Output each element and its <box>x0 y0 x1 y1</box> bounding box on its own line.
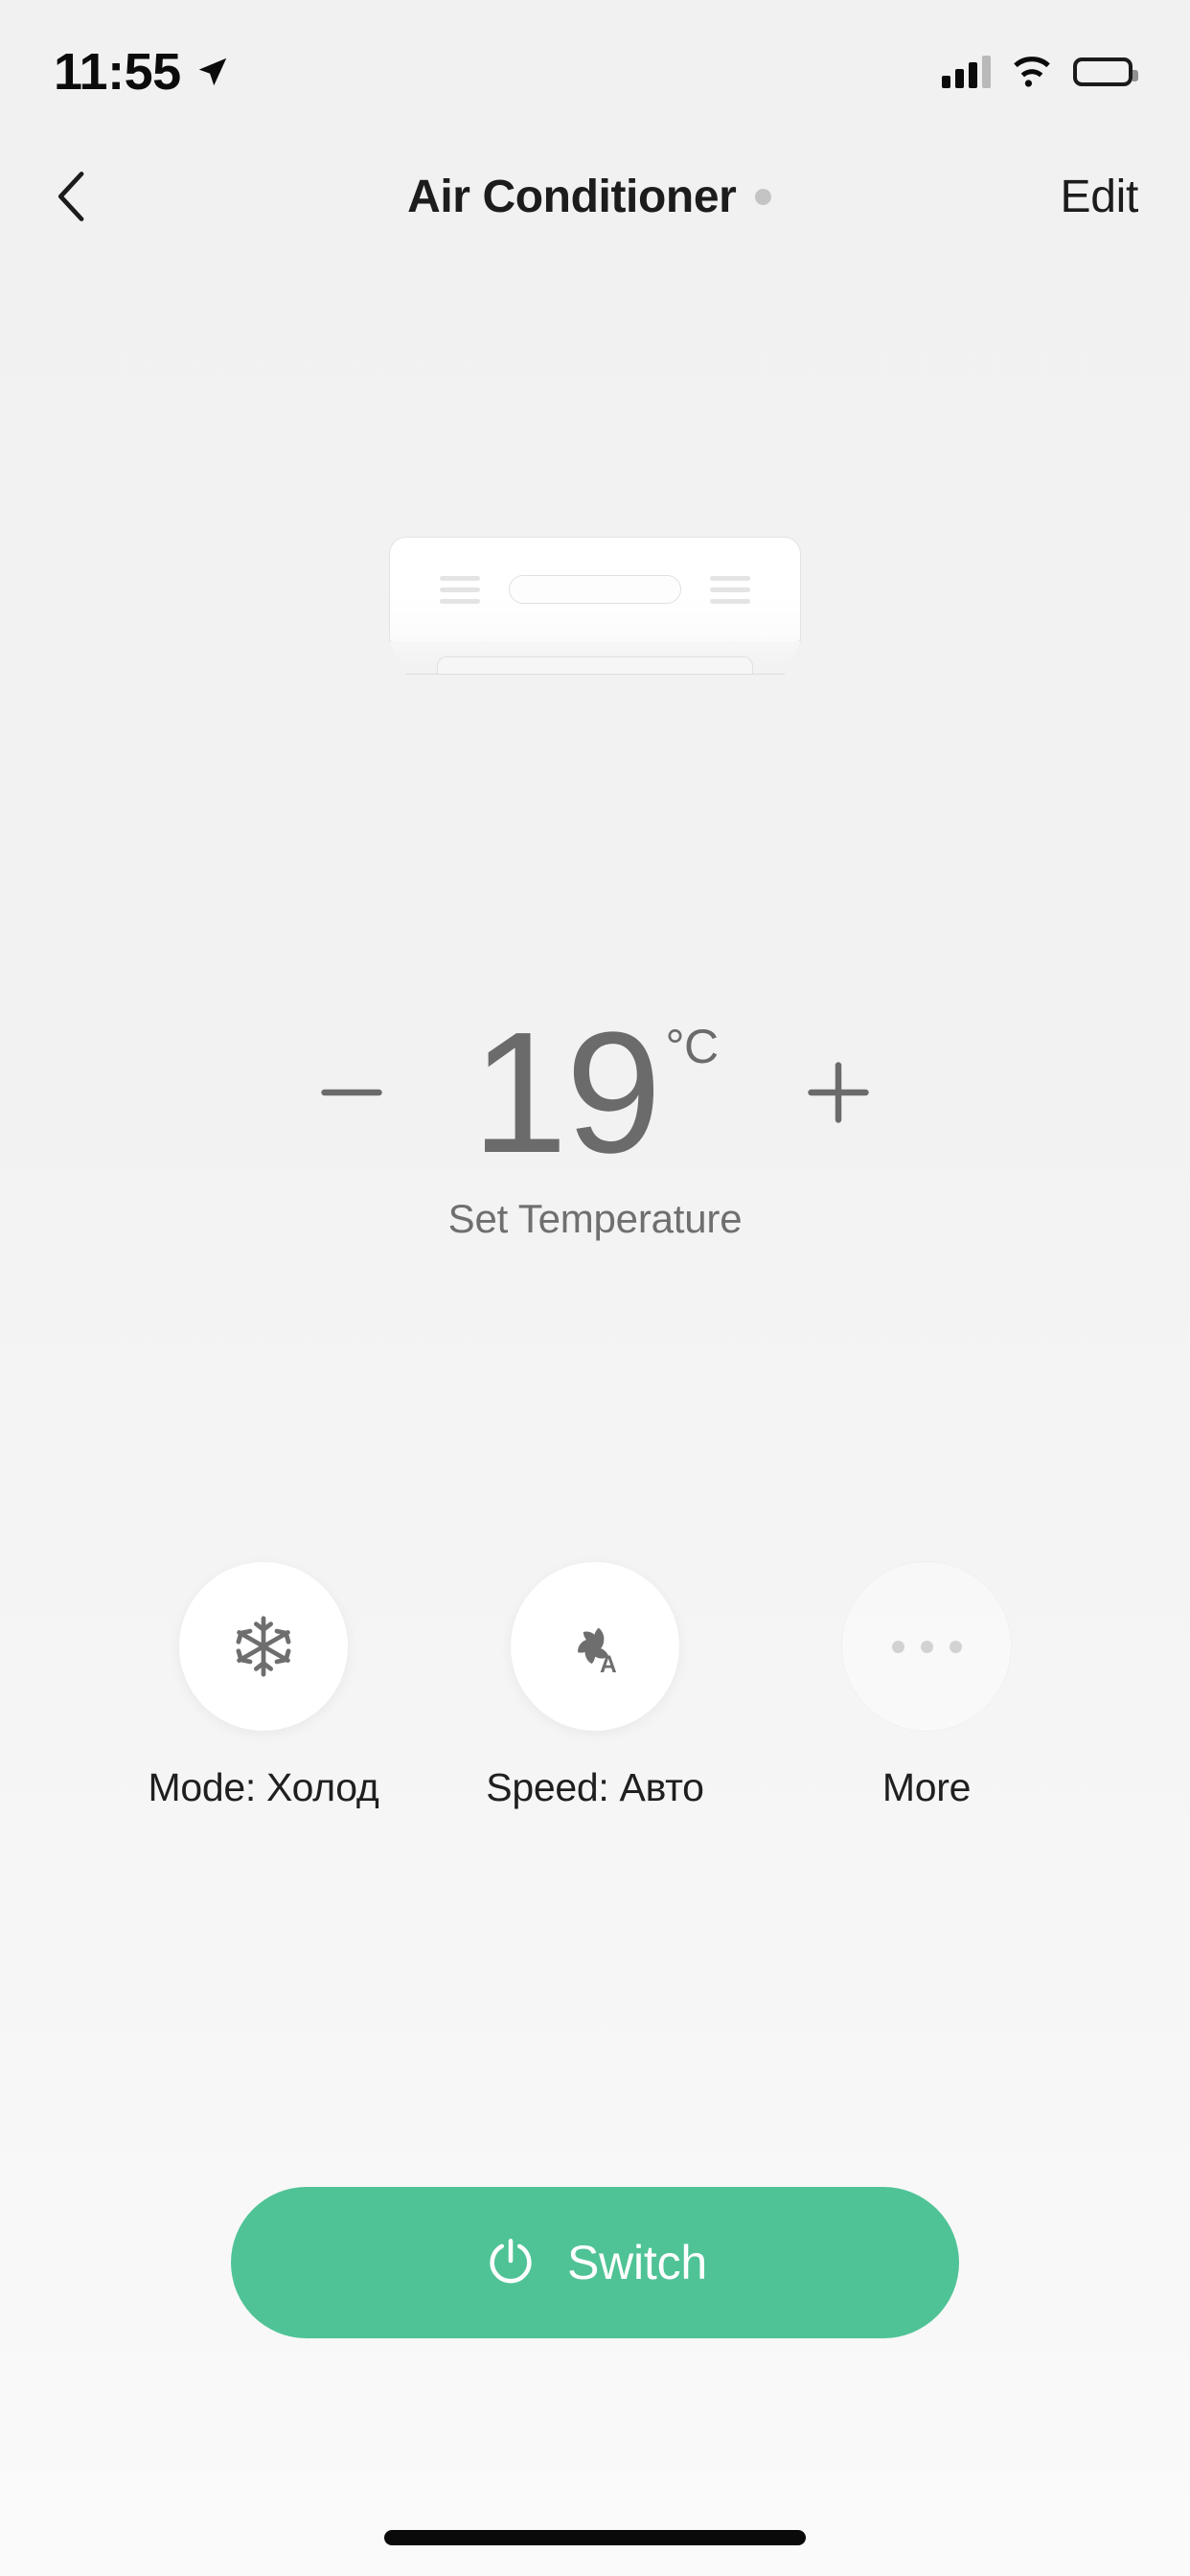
temperature-label: Set Temperature <box>447 1196 743 1241</box>
switch-button-container: Switch <box>0 2187 1190 2338</box>
temperature-stepper: 19 °C <box>299 1006 891 1179</box>
page-title-group: Air Conditioner <box>119 171 1060 223</box>
app-screen: 11:55 Air Conditioner Edit 19 °C Set Tem… <box>0 0 1190 2576</box>
battery-icon <box>1073 58 1138 86</box>
mode-control[interactable]: Mode: Холод <box>134 1562 393 1810</box>
vent-lines-icon <box>440 575 480 604</box>
ac-louver <box>389 641 801 675</box>
location-arrow-icon <box>198 58 226 86</box>
temperature-value: 19 <box>471 996 661 1189</box>
ac-display-panel <box>509 575 681 604</box>
temperature-decrease-button[interactable] <box>299 1040 404 1145</box>
home-indicator[interactable] <box>384 2530 806 2545</box>
fan-auto-icon: A <box>578 1627 617 1678</box>
speed-label: Speed: Авто <box>486 1765 704 1809</box>
back-button[interactable] <box>52 163 119 230</box>
minus-icon <box>321 1089 383 1096</box>
switch-button[interactable]: Switch <box>231 2187 959 2338</box>
status-indicators <box>942 56 1138 88</box>
navigation-bar: Air Conditioner Edit <box>0 144 1190 249</box>
switch-label: Switch <box>566 2236 708 2289</box>
air-conditioner-illustration <box>0 537 1190 675</box>
temperature-increase-button[interactable] <box>786 1040 891 1145</box>
more-button[interactable] <box>842 1562 1011 1731</box>
status-time-group: 11:55 <box>54 42 231 102</box>
status-badge <box>755 188 772 205</box>
mode-button[interactable] <box>179 1562 348 1731</box>
wifi-icon <box>1014 57 1050 87</box>
mode-label: Mode: Холод <box>148 1765 379 1809</box>
power-icon <box>490 2239 532 2284</box>
ac-louver-inner <box>437 656 753 674</box>
more-label: More <box>881 1765 972 1809</box>
status-time: 11:55 <box>54 43 181 101</box>
chevron-left-icon <box>57 172 84 221</box>
temperature-display: 19 °C <box>471 996 720 1189</box>
speed-button[interactable]: A <box>511 1562 679 1731</box>
ellipsis-icon <box>891 1640 962 1653</box>
speed-control[interactable]: A Speed: Авто <box>466 1562 724 1810</box>
cellular-signal-icon <box>942 56 991 88</box>
fan-auto-badge: A <box>600 1652 617 1678</box>
vent-lines-icon <box>710 575 750 604</box>
plus-icon <box>807 1062 869 1123</box>
snowflake-icon <box>236 1616 291 1677</box>
page-title: Air Conditioner <box>407 171 737 222</box>
status-bar: 11:55 <box>0 0 1190 144</box>
temperature-section: 19 °C Set Temperature <box>0 1006 1190 1242</box>
edit-button[interactable]: Edit <box>1060 171 1138 223</box>
more-control[interactable]: More <box>797 1562 1056 1810</box>
ac-body <box>389 537 801 642</box>
control-row: Mode: Холод A Speed: Авто More <box>0 1562 1190 1810</box>
temperature-unit: °C <box>665 1019 720 1073</box>
ac-unit <box>389 537 801 675</box>
